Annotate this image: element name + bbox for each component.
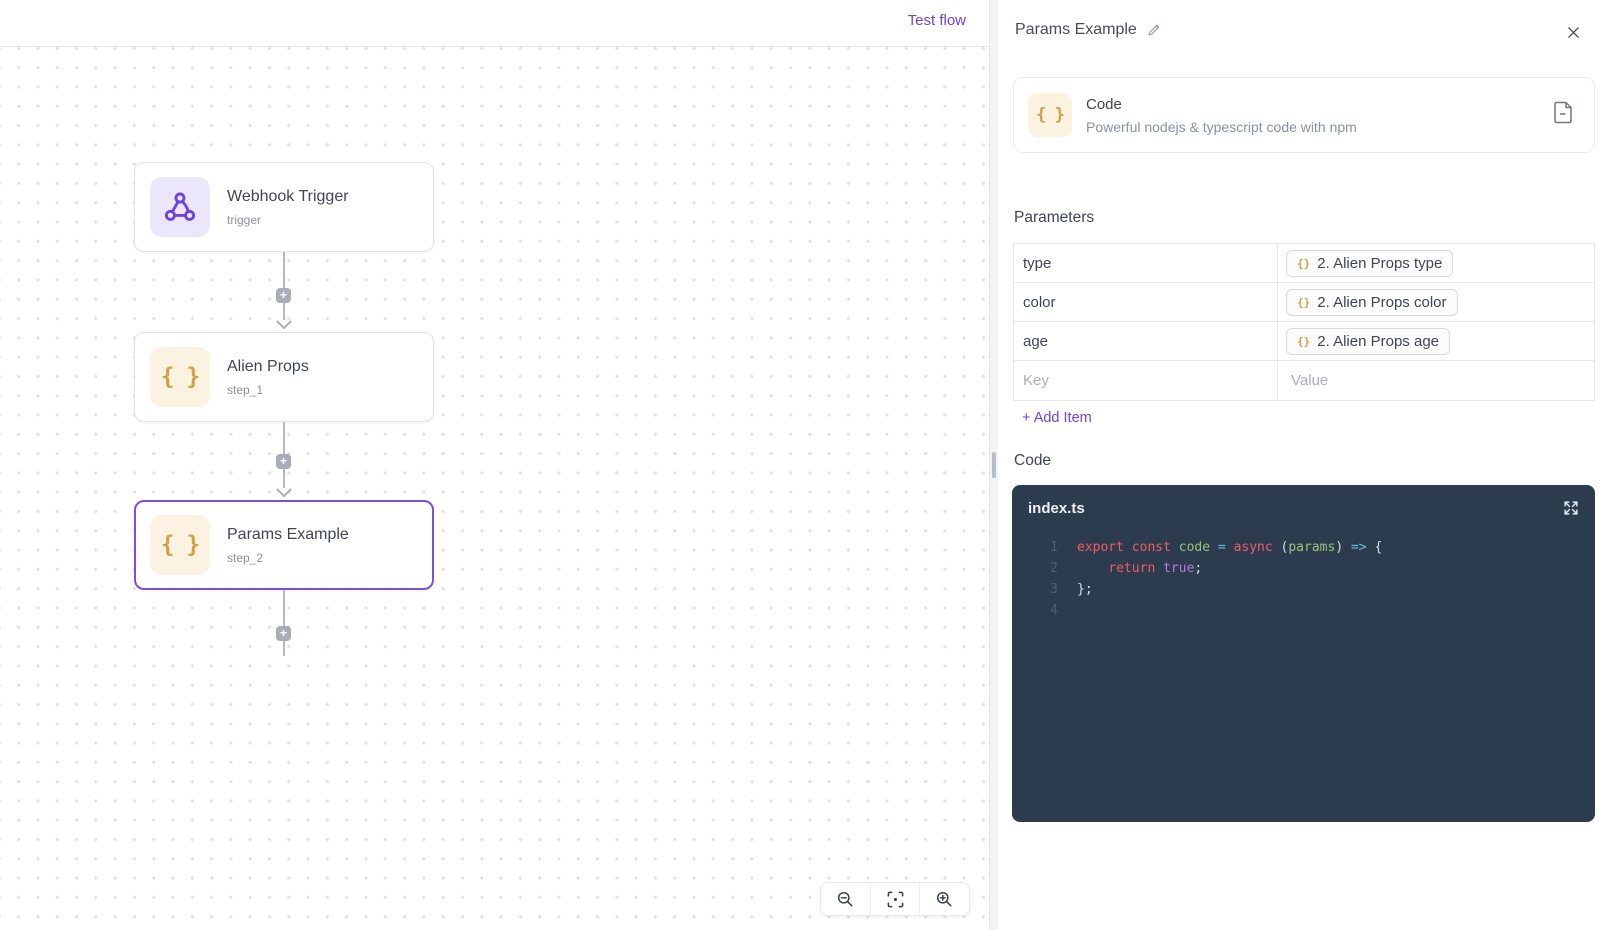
piece-name: Code	[1086, 95, 1122, 113]
fit-view-button[interactable]	[869, 883, 920, 915]
zoom-out-icon	[837, 891, 853, 906]
add-step-button[interactable]: +	[276, 288, 291, 303]
node-subtitle: step_2	[227, 550, 264, 565]
flow-builder-app: Test flow Webhook Trigger trigger + {} …	[0, 0, 1610, 930]
parameter-value-cell: {} 2. Alien Props type	[1277, 244, 1594, 282]
parameter-row: {} 2. Alien Props color	[1014, 283, 1594, 322]
parameter-key-cell	[1014, 361, 1277, 400]
flow-node-webhook-trigger[interactable]: Webhook Trigger trigger	[134, 162, 434, 252]
flow-node-params-example[interactable]: { } Params Example step_2	[134, 500, 434, 590]
code-braces-icon: { }	[1028, 93, 1072, 137]
close-panel-button[interactable]	[1565, 24, 1582, 41]
code-braces-icon: {}	[1297, 334, 1311, 348]
parameter-row: {} 2. Alien Props age	[1014, 322, 1594, 361]
panel-title: Params Example	[1015, 21, 1137, 38]
add-item-button[interactable]: + Add Item	[1022, 410, 1092, 426]
close-icon	[1568, 27, 1579, 38]
chip-label: 2. Alien Props age	[1317, 332, 1440, 350]
test-flow-button[interactable]: Test flow	[908, 12, 966, 29]
node-subtitle: trigger	[227, 212, 262, 227]
parameter-value-cell: {} 2. Alien Props color	[1277, 283, 1594, 321]
expand-editor-button[interactable]	[1562, 499, 1580, 517]
code-editor[interactable]: index.ts 1 export const code = async (par…	[1012, 485, 1595, 822]
code-line: 1 export const code = async (params) => {	[1012, 537, 1595, 558]
line-number: 2	[1050, 561, 1058, 576]
variable-chip[interactable]: {} 2. Alien Props type	[1286, 249, 1454, 277]
code-braces-icon: {}	[1297, 295, 1311, 309]
edge-line	[283, 252, 285, 320]
parameters-table: {} 2. Alien Props type {} 2. Alien Props…	[1013, 243, 1595, 401]
step-settings-panel: Params Example { } Code Powerful nodejs …	[998, 0, 1610, 930]
flow-canvas[interactable]: Test flow Webhook Trigger trigger + {} …	[0, 0, 990, 930]
expand-icon	[1564, 501, 1578, 515]
code-line: 3};	[1012, 579, 1595, 600]
editor-filename: index.ts	[1028, 499, 1085, 517]
parameter-value-cell	[1277, 361, 1594, 400]
zoom-out-button[interactable]	[821, 883, 870, 915]
add-step-button[interactable]: +	[276, 626, 291, 641]
flow-node-alien-props[interactable]: { } Alien Props step_1	[134, 332, 434, 422]
add-step-button[interactable]: +	[276, 454, 291, 469]
node-subtitle: step_1	[227, 382, 264, 397]
piece-description: Powerful nodejs & typescript code with n…	[1086, 118, 1357, 135]
code-line: 4	[1012, 600, 1595, 621]
arrow-down-icon	[276, 320, 292, 329]
editor-body[interactable]: 1 export const code = async (params) => {…	[1012, 531, 1595, 621]
docs-button[interactable]	[1552, 100, 1574, 130]
editor-header: index.ts	[1012, 485, 1595, 531]
zoom-in-icon	[937, 891, 952, 906]
parameter-key-cell	[1014, 244, 1277, 282]
document-icon	[1554, 101, 1572, 124]
canvas-zoom-toolbar	[820, 882, 970, 916]
chip-label: 2. Alien Props type	[1317, 254, 1443, 272]
line-number: 4	[1050, 603, 1058, 618]
parameter-value-cell: {} 2. Alien Props age	[1277, 322, 1594, 360]
parameter-key-input[interactable]	[1014, 322, 1277, 360]
node-text: Params Example step_2	[227, 526, 349, 565]
webhook-icon	[150, 177, 210, 237]
node-title: Params Example	[227, 525, 349, 543]
parameter-key-input[interactable]	[1014, 244, 1277, 282]
parameter-key-cell	[1014, 322, 1277, 360]
zoom-in-button[interactable]	[919, 883, 969, 915]
piece-text: Code Powerful nodejs & typescript code w…	[1086, 96, 1357, 135]
canvas-topbar: Test flow	[0, 0, 989, 47]
code-line: 2 return true;	[1012, 558, 1595, 579]
panel-gutter	[990, 0, 998, 930]
parameter-key-cell	[1014, 283, 1277, 321]
chip-label: 2. Alien Props color	[1317, 293, 1447, 311]
variable-chip[interactable]: {} 2. Alien Props color	[1286, 288, 1458, 316]
arrow-down-icon	[276, 488, 292, 497]
line-number: 1	[1050, 540, 1058, 555]
edge-line	[283, 590, 285, 656]
piece-info-card: { } Code Powerful nodejs & typescript co…	[1013, 77, 1595, 153]
variable-chip[interactable]: {} 2. Alien Props age	[1286, 327, 1451, 355]
parameters-label: Parameters	[1014, 209, 1095, 226]
panel-resize-handle[interactable]	[992, 452, 996, 478]
node-text: Alien Props step_1	[227, 358, 309, 397]
panel-header: Params Example	[1015, 21, 1162, 39]
line-number: 3	[1050, 582, 1058, 597]
node-text: Webhook Trigger trigger	[227, 188, 349, 227]
parameter-key-input[interactable]	[1014, 283, 1277, 321]
rename-step-button[interactable]	[1146, 22, 1162, 38]
node-title: Alien Props	[227, 357, 309, 375]
fit-view-icon	[887, 891, 903, 907]
pencil-icon	[1148, 24, 1160, 36]
node-title: Webhook Trigger	[227, 187, 349, 205]
parameter-key-input[interactable]	[1014, 361, 1277, 400]
code-label: Code	[1014, 452, 1052, 469]
code-braces-icon: { }	[150, 515, 210, 575]
parameter-row-empty	[1014, 361, 1594, 400]
code-braces-icon: {}	[1297, 256, 1311, 270]
parameter-value-input[interactable]	[1286, 361, 1594, 400]
parameter-row: {} 2. Alien Props type	[1014, 244, 1594, 283]
code-braces-icon: { }	[150, 347, 210, 407]
